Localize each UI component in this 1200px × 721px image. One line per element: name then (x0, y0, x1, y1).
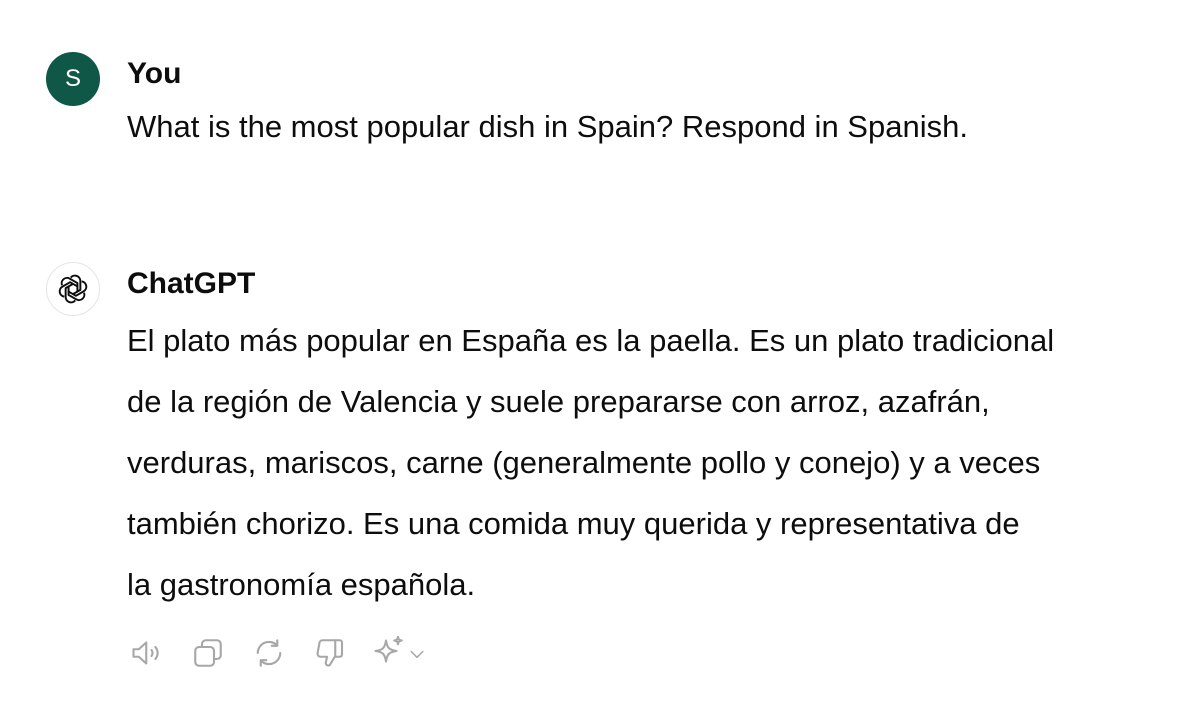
user-name: You (127, 57, 182, 90)
assistant-message-line: la gastronomía española. (127, 567, 476, 602)
user-message-text: What is the most popular dish in Spain? … (127, 109, 968, 144)
assistant-message-line: de la región de Valencia y suele prepara… (127, 384, 990, 419)
speaker-icon (132, 641, 159, 665)
regenerate-icon (256, 639, 282, 667)
assistant-message-line: verduras, mariscos, carne (generalmente … (127, 445, 1041, 480)
assistant-message-line: también chorizo. Es una comida muy queri… (127, 506, 1020, 541)
user-avatar-initial: S (64, 65, 81, 92)
regenerate-button[interactable] (249, 633, 289, 673)
assistant-avatar (46, 262, 100, 316)
read-aloud-button[interactable] (127, 633, 167, 673)
assistant-name: ChatGPT (127, 267, 256, 300)
openai-logo-icon (58, 274, 88, 304)
assistant-message-line: El plato más popular en España es la pae… (127, 323, 1055, 358)
chevron-down-icon (407, 644, 427, 669)
copy-icon (194, 639, 222, 667)
change-model-button[interactable] (371, 633, 427, 674)
assistant-message-content: ChatGPT El plato más popular en España e… (127, 258, 1176, 615)
assistant-message-text: El plato más popular en España es la pae… (127, 310, 1176, 615)
user-message-content: You What is the most popular dish in Spa… (127, 48, 1176, 157)
user-avatar: S (46, 52, 100, 106)
sparkle-icon (371, 633, 407, 674)
copy-button[interactable] (188, 633, 228, 673)
thumbs-down-icon (316, 639, 344, 667)
bad-response-button[interactable] (310, 633, 350, 673)
message-actions-toolbar (127, 633, 427, 673)
